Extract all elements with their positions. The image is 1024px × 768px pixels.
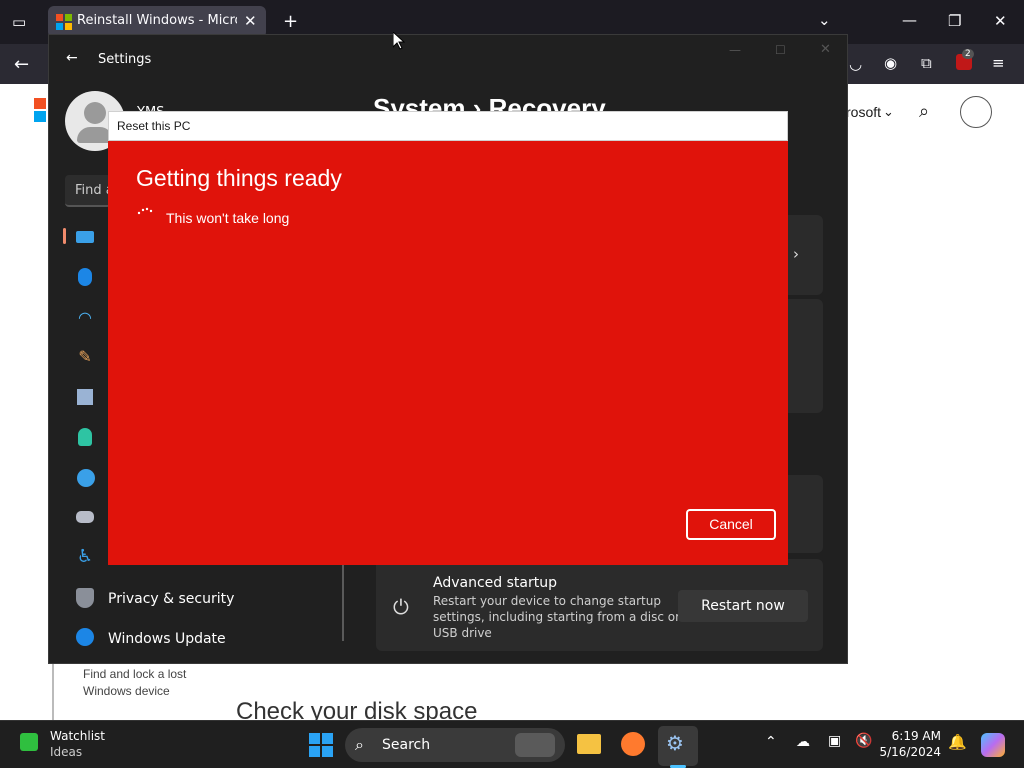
search-highlight-icon xyxy=(515,733,555,757)
microsoft-logo-fragment xyxy=(34,98,46,122)
clock-time[interactable]: 6:19 AM xyxy=(886,729,941,743)
volume-muted-icon[interactable]: 🔇 xyxy=(855,733,872,749)
chevron-right-icon[interactable]: › xyxy=(793,245,799,263)
sidebar-link[interactable]: Find and lock a lost Windows device xyxy=(83,666,193,700)
restart-now-button[interactable]: Restart now xyxy=(678,590,808,622)
windows-update-icon[interactable] xyxy=(76,628,94,646)
tab-overview-icon[interactable]: ▭ xyxy=(12,13,26,31)
pocket-icon[interactable]: ◡ xyxy=(849,55,862,73)
close-window-icon[interactable]: ✕ xyxy=(994,12,1007,30)
firefox-icon[interactable] xyxy=(621,732,645,756)
dialog-title-bar[interactable]: Reset this PC xyxy=(108,111,788,141)
chevron-down-icon[interactable]: ⌄ xyxy=(883,104,894,120)
back-arrow-icon[interactable]: ← xyxy=(14,54,29,75)
chevron-up-icon[interactable]: ⌃ xyxy=(765,734,777,750)
dialog-heading: Getting things ready xyxy=(136,165,342,191)
bluetooth-icon[interactable] xyxy=(78,268,92,286)
wifi-icon[interactable]: ◠ xyxy=(75,308,95,328)
settings-title: Settings xyxy=(98,52,152,67)
system-icon[interactable] xyxy=(76,231,94,243)
reset-pc-dialog: Getting things ready This won't take lon… xyxy=(108,141,788,565)
personalization-brush-icon[interactable]: ✎ xyxy=(75,347,95,367)
dialog-title: Reset this PC xyxy=(117,119,191,133)
back-arrow-icon[interactable]: ← xyxy=(66,50,78,66)
minimize-icon[interactable]: — xyxy=(729,43,741,57)
gear-icon: ⚙ xyxy=(666,731,684,755)
network-icon[interactable]: ▣ xyxy=(828,733,841,749)
tab-title: Reinstall Windows - Microsoft S xyxy=(77,13,237,28)
clock-date[interactable]: 5/16/2024 xyxy=(876,745,941,759)
chevron-down-icon[interactable]: ⌄ xyxy=(818,11,831,29)
advanced-startup-title: Advanced startup xyxy=(433,575,557,591)
menu-icon[interactable]: ≡ xyxy=(992,54,1005,72)
active-indicator xyxy=(63,228,66,244)
mouse-cursor-icon xyxy=(393,32,405,50)
time-language-icon[interactable] xyxy=(77,469,95,487)
gaming-icon[interactable] xyxy=(76,511,94,523)
apps-icon[interactable] xyxy=(77,389,93,405)
search-label: Search xyxy=(382,737,431,753)
extensions-icon[interactable]: ⧉ xyxy=(921,54,932,72)
search-icon[interactable]: ⌕ xyxy=(919,101,929,122)
advanced-startup-description-line: Restart your device to change startup xyxy=(433,594,661,608)
sidebar-item-windows-update[interactable]: Windows Update xyxy=(108,631,226,647)
close-tab-icon[interactable]: ✕ xyxy=(244,12,257,30)
onedrive-icon[interactable]: ☁ xyxy=(796,734,810,750)
cancel-button[interactable]: Cancel xyxy=(686,509,776,540)
restore-icon[interactable]: ❐ xyxy=(948,12,961,30)
account-icon[interactable] xyxy=(960,96,992,128)
advanced-startup-description-line: settings, including starting from a disc… xyxy=(433,610,681,624)
taskbar: Watchlist Ideas ⌕ Search ⚙ ⌃ ☁ ▣ 🔇 6:19 … xyxy=(0,720,1024,768)
account-icon[interactable]: ◉ xyxy=(884,54,897,72)
power-settings-icon: ⏻ xyxy=(393,595,409,619)
microsoft-logo-icon xyxy=(56,14,72,30)
divider xyxy=(52,664,54,720)
dialog-subtext: This won't take long xyxy=(166,210,290,226)
brand-link[interactable]: rosoft xyxy=(846,104,881,120)
close-icon[interactable]: ✕ xyxy=(820,42,831,57)
stock-widget-icon[interactable] xyxy=(20,733,38,751)
windows-start-icon[interactable] xyxy=(309,733,333,757)
extension-badge: 2 xyxy=(962,49,974,59)
sidebar-item-privacy[interactable]: Privacy & security xyxy=(108,591,234,607)
copilot-icon[interactable] xyxy=(981,733,1005,757)
widget-title[interactable]: Watchlist xyxy=(50,729,105,743)
file-explorer-icon[interactable] xyxy=(577,734,601,754)
notification-bell-icon[interactable]: 🔔 xyxy=(948,733,967,751)
widget-subtitle: Ideas xyxy=(50,745,83,759)
accessibility-icon[interactable]: ♿ xyxy=(75,546,95,567)
minimize-icon[interactable]: — xyxy=(902,11,917,29)
scrollbar[interactable] xyxy=(342,565,344,641)
loading-spinner-icon xyxy=(137,207,153,215)
search-icon: ⌕ xyxy=(355,735,364,754)
advanced-startup-description-line: USB drive xyxy=(433,626,492,640)
taskbar-search-box[interactable]: ⌕ Search xyxy=(345,728,565,762)
shield-icon[interactable] xyxy=(76,588,94,608)
accounts-icon[interactable] xyxy=(78,428,92,446)
new-tab-icon[interactable]: + xyxy=(283,11,298,32)
maximize-icon[interactable]: ☐ xyxy=(775,43,786,57)
